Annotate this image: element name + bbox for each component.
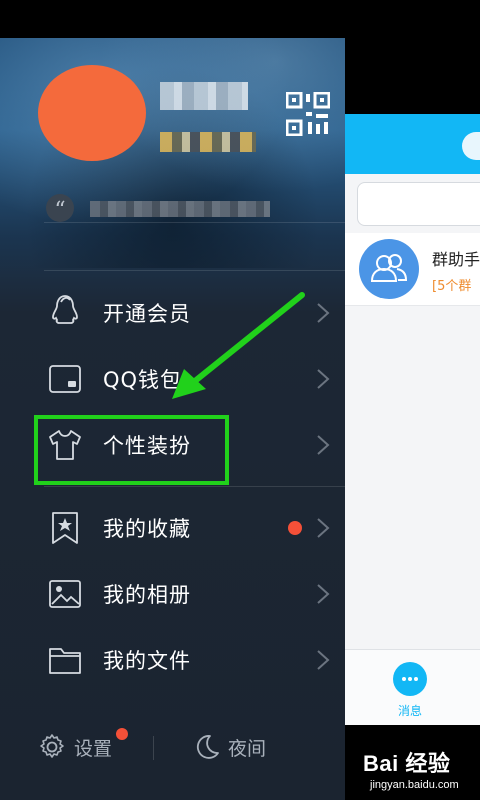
menu-item-album[interactable]: 我的相册 — [0, 564, 345, 624]
conversation-item[interactable]: 群助手 [5个群 — [345, 233, 480, 306]
night-mode-label: 夜间 — [228, 737, 267, 760]
group-icon — [370, 254, 408, 282]
menu-item-label: 我的收藏 — [103, 517, 191, 541]
conversation-avatar — [359, 239, 419, 299]
chevron-right-icon — [317, 650, 330, 670]
settings-label: 设置 — [74, 737, 113, 760]
image-icon — [49, 580, 81, 608]
unread-dot — [288, 521, 302, 535]
settings-badge — [116, 728, 128, 740]
divider — [44, 270, 345, 271]
moon-icon — [196, 735, 219, 759]
profile-level-redacted — [160, 132, 256, 152]
conversation-subtitle: [5个群 — [432, 279, 472, 294]
messages-tab-label[interactable]: 消息 — [345, 702, 475, 719]
folder-icon — [49, 648, 81, 674]
bookmark-star-icon — [52, 512, 78, 544]
settings-button[interactable]: 设置 — [38, 733, 112, 761]
green-arrow-annotation — [172, 292, 305, 399]
wallet-icon — [49, 365, 81, 393]
penguin-icon — [52, 295, 78, 324]
highlight-box — [34, 415, 229, 485]
menu-item-label: 我的文件 — [103, 649, 191, 673]
watermark-url: jingyan.baidu.com — [370, 779, 459, 791]
divider — [44, 222, 345, 223]
night-mode-button[interactable]: 夜间 — [192, 733, 266, 761]
chevron-right-icon — [317, 584, 330, 604]
status-bar — [0, 0, 480, 38]
messages-tab-icon[interactable] — [393, 662, 427, 696]
gear-icon — [40, 734, 64, 758]
chevron-right-icon — [317, 518, 330, 538]
chevron-right-icon — [317, 435, 330, 455]
profile-nickname-redacted — [160, 82, 248, 110]
menu-item-label: 我的相册 — [103, 583, 191, 607]
bottom-tab-bar: 消息 — [345, 649, 480, 725]
conversation-title: 群助手 — [432, 250, 480, 269]
footer-separator — [153, 736, 154, 760]
quote-icon: “ — [46, 194, 74, 223]
main-header — [345, 114, 480, 174]
profile-avatar[interactable] — [38, 65, 146, 161]
qr-code-icon[interactable] — [286, 92, 330, 136]
profile-background — [0, 38, 345, 268]
header-segment-toggle[interactable] — [462, 132, 480, 160]
divider — [44, 486, 345, 487]
watermark-brand: Bai 经验 — [363, 751, 451, 776]
chat-bubble-icon — [402, 677, 418, 681]
search-input[interactable] — [357, 182, 480, 226]
menu-item-files[interactable]: 我的文件 — [0, 630, 345, 690]
main-panel: 群助手 [5个群 消息 — [345, 114, 480, 725]
signature-redacted[interactable] — [90, 201, 270, 217]
menu-item-favorites[interactable]: 我的收藏 — [0, 498, 345, 558]
